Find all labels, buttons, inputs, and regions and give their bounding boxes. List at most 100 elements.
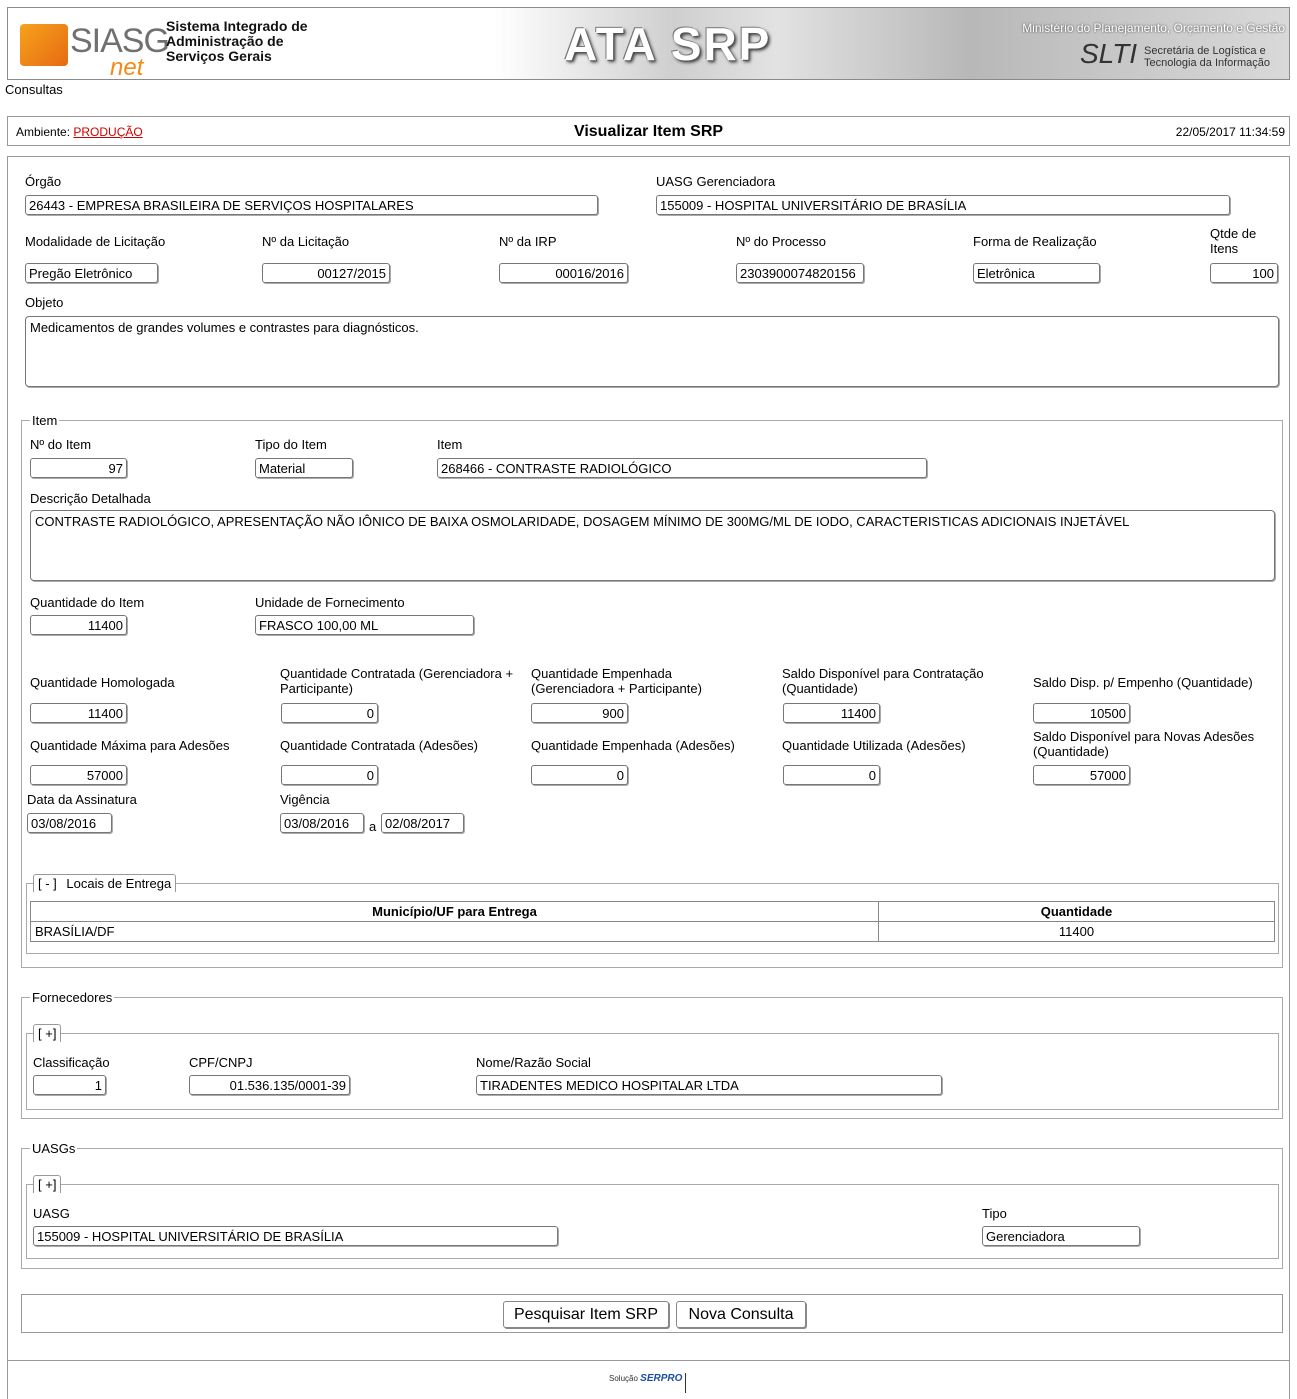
- forma-field[interactable]: Eletrônica: [973, 263, 1100, 283]
- table-header-row: Município/UF para Entrega Quantidade: [30, 901, 1275, 922]
- serpro-text: SERPRO: [640, 1373, 683, 1384]
- uasg-subfieldset: [ +]: [26, 1175, 1279, 1259]
- modalidade-field[interactable]: Pregão Eletrônico: [25, 263, 158, 283]
- descricao-label: Descrição Detalhada: [30, 491, 151, 506]
- homologada-label: Quantidade Homologada: [30, 675, 175, 690]
- slti-description: Secretária de Logística e Tecnologia da …: [1144, 45, 1270, 69]
- footer-divider: [7, 1360, 1290, 1361]
- uasgs-legend: UASGs: [32, 1141, 76, 1156]
- empenhada-field[interactable]: 900: [531, 703, 628, 723]
- solucao-text: Solução: [609, 1374, 638, 1383]
- contratada-label: Quantidade Contratada (Gerenciadora + Pa…: [280, 666, 514, 696]
- uasg-gerenciadora-field[interactable]: 155009 - HOSPITAL UNIVERSITÁRIO DE BRASÍ…: [656, 195, 1230, 215]
- locais-legend-label: Locais de Entrega: [66, 876, 172, 891]
- uasg-tipo-field[interactable]: Gerenciadora: [982, 1226, 1140, 1246]
- qtde-itens-field[interactable]: 100: [1210, 263, 1278, 283]
- vigencia-start-field[interactable]: 03/08/2016: [280, 813, 364, 833]
- saldo-novas-adesoes-label: Saldo Disponível para Novas Adesões (Qua…: [1033, 729, 1255, 759]
- uasg-gerenciadora-label: UASG Gerenciadora: [656, 174, 776, 189]
- homologada-field[interactable]: 11400: [30, 703, 127, 723]
- item-number-field[interactable]: 97: [30, 458, 127, 478]
- max-adesoes-field[interactable]: 57000: [30, 765, 127, 785]
- environment-link[interactable]: PRODUÇÃO: [73, 125, 142, 139]
- wing-icon: [20, 24, 68, 66]
- locais-toggle[interactable]: [ - ]: [38, 876, 57, 891]
- ministry-name: Ministério do Planejamento, Orçamento e …: [1022, 21, 1285, 35]
- cnpj-field[interactable]: 01.536.135/0001-39: [189, 1075, 350, 1095]
- datetime: 22/05/2017 11:34:59: [1175, 125, 1285, 139]
- nova-consulta-button[interactable]: Nova Consulta: [676, 1301, 806, 1328]
- uasg-field[interactable]: 155009 - HOSPITAL UNIVERSITÁRIO DE BRASÍ…: [33, 1226, 558, 1246]
- descricao-textarea[interactable]: CONTRASTE RADIOLÓGICO, APRESENTAÇÃO NÃO …: [30, 510, 1275, 581]
- objeto-label: Objeto: [25, 295, 64, 310]
- processo-label: Nº do Processo: [736, 234, 827, 249]
- orgao-label: Órgão: [25, 174, 62, 189]
- vigencia-label: Vigência: [280, 792, 330, 807]
- saldo-contratacao-label: Saldo Disponível para Contratação (Quant…: [782, 666, 984, 696]
- pesquisar-item-button[interactable]: Pesquisar Item SRP: [503, 1301, 669, 1328]
- processo-field[interactable]: 2303900074820156: [736, 263, 864, 283]
- unidade-field[interactable]: FRASCO 100,00 ML: [255, 615, 474, 635]
- assinatura-field[interactable]: 03/08/2016: [27, 813, 112, 833]
- column-header-quantidade: Quantidade: [878, 901, 1275, 922]
- licitacao-field[interactable]: 00127/2015: [262, 263, 390, 283]
- classificacao-field[interactable]: 1: [33, 1075, 106, 1095]
- banner-title: ATA SRP: [564, 18, 772, 70]
- irp-label: Nº da IRP: [499, 234, 557, 249]
- item-field[interactable]: 268466 - CONTRASTE RADIOLÓGICO: [437, 458, 927, 478]
- locais-table: Município/UF para Entrega Quantidade BRA…: [30, 901, 1275, 942]
- irp-field[interactable]: 00016/2016: [499, 263, 628, 283]
- unidade-label: Unidade de Fornecimento: [255, 595, 405, 610]
- item-type-label: Tipo do Item: [255, 437, 327, 452]
- vigencia-end-field[interactable]: 02/08/2017: [381, 813, 464, 833]
- locais-legend: [ - ] Locais de Entrega: [33, 874, 177, 892]
- column-header-municipio: Município/UF para Entrega: [30, 901, 879, 922]
- cell-municipio: BRASÍLIA/DF: [30, 921, 879, 942]
- logo-subtext: net: [110, 54, 144, 80]
- page-title: Visualizar Item SRP: [573, 123, 724, 140]
- item-label: Item: [437, 437, 463, 452]
- utilizada-adesoes-field[interactable]: 0: [783, 765, 880, 785]
- assinatura-label: Data da Assinatura: [27, 792, 137, 807]
- utilizada-adesoes-label: Quantidade Utilizada (Adesões): [782, 738, 966, 753]
- environment-label: Ambiente:: [16, 125, 71, 139]
- fornecedores-legend: Fornecedores: [32, 990, 113, 1005]
- quantidade-item-field[interactable]: 11400: [30, 615, 127, 635]
- licitacao-label: Nº da Licitação: [262, 234, 350, 249]
- fornecedor-toggle[interactable]: [ +]: [33, 1024, 62, 1042]
- cell-quantidade: 11400: [878, 921, 1275, 942]
- contratada-adesoes-label: Quantidade Contratada (Adesões): [280, 738, 479, 753]
- uasg-toggle[interactable]: [ +]: [33, 1175, 62, 1193]
- item-legend: Item: [32, 413, 58, 428]
- classificacao-label: Classificação: [33, 1055, 110, 1070]
- saldo-novas-adesoes-field[interactable]: 57000: [1033, 765, 1130, 785]
- header-banner: SIASG net Sistema Integrado de Administr…: [7, 7, 1290, 80]
- saldo-empenho-field[interactable]: 10500: [1033, 703, 1130, 723]
- razao-social-field[interactable]: TIRADENTES MEDICO HOSPITALAR LTDA: [476, 1075, 942, 1095]
- max-adesoes-label: Quantidade Máxima para Adesões: [30, 738, 230, 753]
- saldo-contratacao-field[interactable]: 11400: [783, 703, 880, 723]
- empenhada-adesoes-field[interactable]: 0: [531, 765, 628, 785]
- empenhada-label: Quantidade Empenhada (Gerenciadora + Par…: [531, 666, 702, 696]
- forma-label: Forma de Realização: [973, 234, 1097, 249]
- quantidade-item-label: Quantidade do Item: [30, 595, 145, 610]
- item-number-label: Nº do Item: [30, 437, 92, 452]
- contratada-adesoes-field[interactable]: 0: [281, 765, 378, 785]
- item-type-field[interactable]: Material: [255, 458, 353, 478]
- razao-social-label: Nome/Razão Social: [476, 1055, 591, 1070]
- siasg-logo: SIASG net: [18, 16, 170, 79]
- contratada-field[interactable]: 0: [281, 703, 378, 723]
- vigencia-separator: a: [369, 819, 377, 834]
- objeto-textarea[interactable]: Medicamentos de grandes volumes e contra…: [25, 316, 1279, 387]
- qtde-itens-label: Qtde de Itens: [1210, 226, 1257, 256]
- orgao-field[interactable]: 26443 - EMPRESA BRASILEIRA DE SERVIÇOS H…: [25, 195, 598, 215]
- cnpj-label: CPF/CNPJ: [189, 1055, 253, 1070]
- slti-logo: SLTI: [1080, 38, 1138, 69]
- consultas-menu[interactable]: Consultas: [5, 82, 63, 97]
- system-name: Sistema Integrado de Administração de Se…: [166, 18, 308, 64]
- uasg-label: UASG: [33, 1206, 70, 1221]
- serpro-logo: Solução SERPRO: [609, 1373, 687, 1393]
- status-bar: Visualizar Item SRP Ambiente: PRODUÇÃO 2…: [7, 116, 1290, 146]
- empenhada-adesoes-label: Quantidade Empenhada (Adesões): [531, 738, 735, 753]
- saldo-empenho-label: Saldo Disp. p/ Empenho (Quantidade): [1033, 675, 1253, 690]
